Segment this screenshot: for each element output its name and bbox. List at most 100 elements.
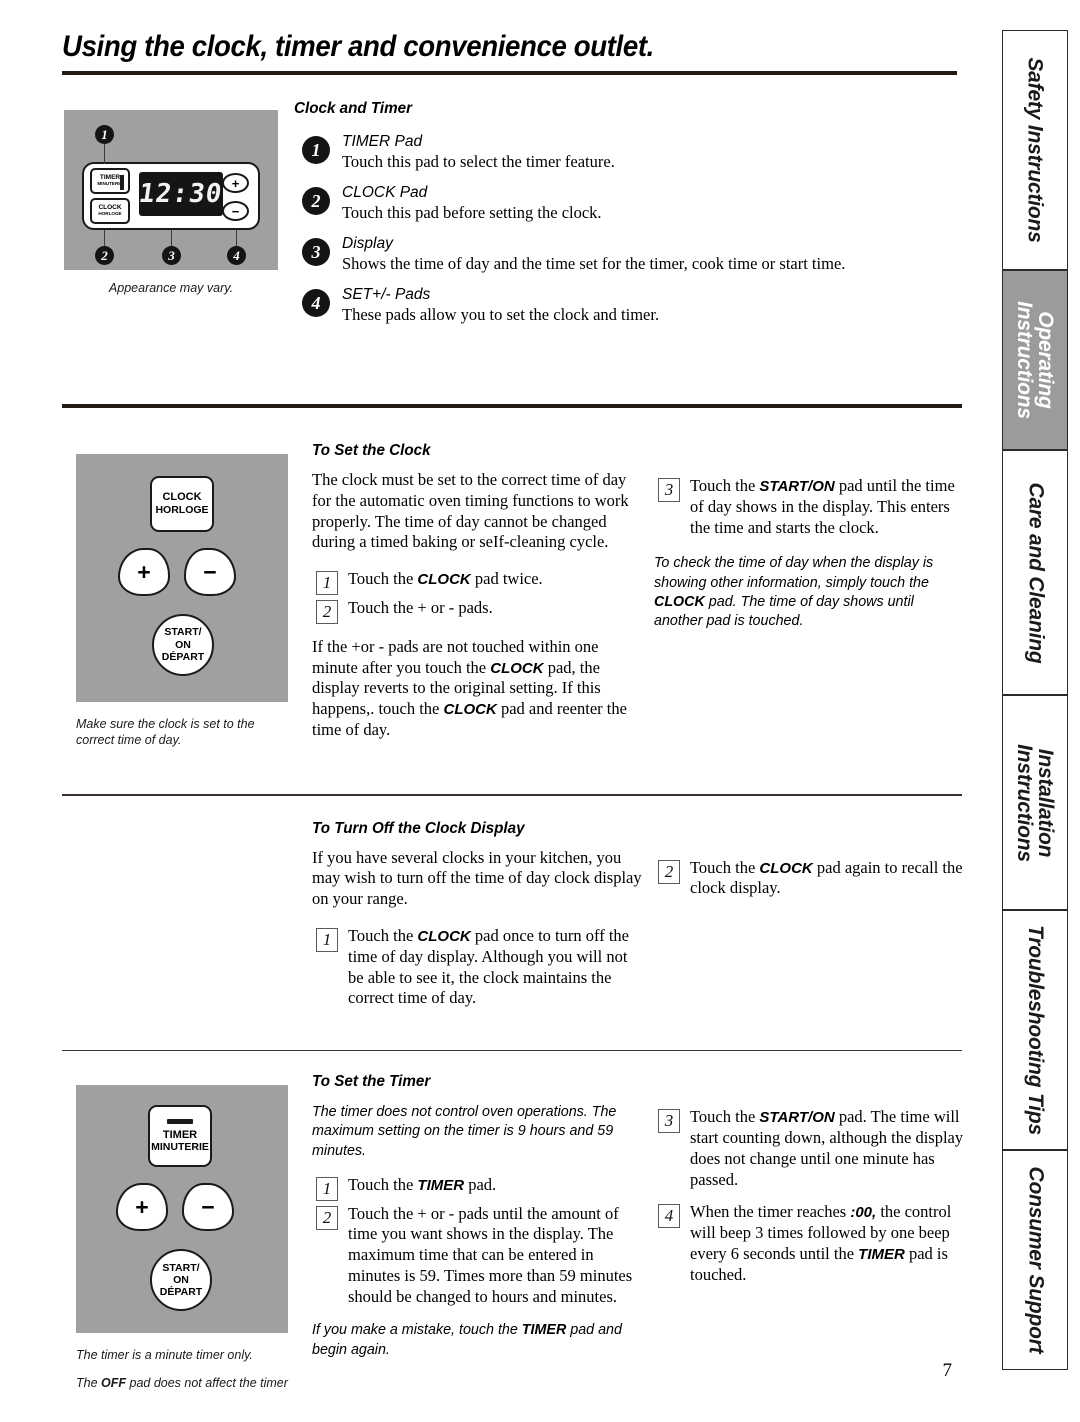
title-divider	[62, 71, 957, 75]
control-face: TIMER MINUTERIE CLOCK HORLOGE 12:30 + −	[82, 162, 260, 230]
step-1: 1 Touch the CLOCK pad twice.	[312, 569, 642, 596]
step-number: 1	[316, 571, 338, 596]
start-on-button-icon[interactable]: START/ ON DÉPART	[150, 1249, 212, 1312]
step-number: 1	[316, 927, 338, 952]
item-title: TIMER Pad	[342, 133, 423, 150]
step-number: 2	[658, 859, 680, 884]
step-2: 2 Touch the CLOCK pad again to recall th…	[654, 858, 964, 900]
clock-art-column: CLOCK HORLOGE + − START/ ON DÉPART Make …	[76, 454, 294, 748]
sidebar-tab-installation-instructions[interactable]: Installation Instructions	[1002, 695, 1068, 910]
sidebar-tab-label: Safety Instructions	[1024, 57, 1047, 243]
section-divider-thin	[62, 794, 962, 796]
step-1: 1 Touch the CLOCK pad once to turn off t…	[312, 926, 642, 1009]
timer-pad-label-fr: MINUTERIE	[97, 181, 123, 186]
turn-off-left-column: To Turn Off the Clock Display If you hav…	[312, 820, 642, 1010]
sidebar-tab-care-and-cleaning[interactable]: Care and Cleaning	[1002, 450, 1068, 695]
start-label-2: ON	[175, 638, 191, 651]
step-text: Touch the CLOCK pad twice.	[348, 569, 642, 590]
pad-name: TIMER	[858, 1246, 905, 1264]
minus-pad-icon[interactable]: −	[222, 201, 249, 221]
step-text-part: Touch the	[348, 569, 418, 589]
sidebar-tab-safety-instructions[interactable]: Safety Instructions	[1002, 30, 1068, 270]
note-part: To check the time of day when the displa…	[654, 555, 934, 591]
page-header: Using the clock, timer and convenience o…	[62, 30, 957, 75]
step-text: Touch the START/ON pad. The time will st…	[690, 1107, 964, 1190]
start-on-button-icon[interactable]: START/ ON DÉPART	[152, 614, 214, 676]
step-text-part: Touch the	[348, 1174, 418, 1194]
section-turn-off-clock-display: To Turn Off the Clock Display If you hav…	[62, 820, 964, 1050]
plus-pad-icon[interactable]: +	[222, 173, 249, 193]
timer-button-label-en: TIMER	[162, 1128, 198, 1141]
turn-off-right-column: 2 Touch the CLOCK pad again to recall th…	[654, 850, 964, 900]
step-2: 2 Touch the + or - pads until the amount…	[312, 1204, 642, 1308]
step-text-part: pad.	[464, 1174, 497, 1194]
step-1: 1 Touch the TIMER pad.	[312, 1175, 642, 1201]
note-part: If you make a mistake, touch the	[312, 1322, 522, 1339]
sidebar-tab-consumer-support[interactable]: Consumer Support	[1002, 1150, 1068, 1370]
indicator-bar-icon	[167, 1118, 193, 1124]
start-label-2: ON	[173, 1274, 189, 1286]
start-label-1: START/	[162, 1261, 200, 1274]
pad-name: CLOCK	[417, 927, 471, 945]
list-item: 3 Display Shows the time of day and the …	[294, 234, 964, 276]
item-title: CLOCK Pad	[342, 184, 428, 201]
timer-art-column: TIMER MINUTERIE + − START/ ON DÉPART The…	[76, 1085, 294, 1391]
sidebar-tab-operating-instructions[interactable]: Operating Instructions	[1002, 270, 1068, 450]
sidebar-tab-label: Care and Cleaning	[1024, 482, 1048, 663]
page-number: 7	[942, 1360, 953, 1381]
item-body: Touch this pad to select the timer featu…	[342, 152, 615, 172]
timer-art-caption-2: The OFF pad does not affect the timer	[76, 1375, 294, 1391]
page-title: Using the clock, timer and convenience o…	[62, 30, 654, 63]
list-item: 4 SET+/- Pads These pads allow you to se…	[294, 285, 964, 327]
sidebar-tab-label: Installation Instructions	[1013, 743, 1058, 862]
plus-pad-icon[interactable]: +	[118, 548, 170, 596]
step-text: Touch the START/ON pad until the time of…	[690, 476, 964, 538]
section-heading-set-timer: To Set the Timer	[312, 1073, 431, 1091]
clock-button-icon[interactable]: CLOCK HORLOGE	[150, 476, 214, 532]
callout-1: 1	[95, 125, 114, 144]
timer-pads-illustration: TIMER MINUTERIE + − START/ ON DÉPART	[76, 1085, 288, 1334]
display-value: 12:30	[137, 179, 225, 209]
pad-name: START/ON	[759, 478, 835, 495]
item-number: 1	[302, 136, 330, 164]
clock-button-label-en: CLOCK	[162, 491, 202, 504]
step-number: 3	[658, 1109, 680, 1134]
control-panel-illustration: TIMER MINUTERIE CLOCK HORLOGE 12:30 + −	[64, 110, 278, 270]
set-clock-note-right: To check the time of day when the displa…	[654, 554, 964, 631]
timer-pad-icon[interactable]: TIMER MINUTERIE	[90, 168, 130, 194]
clock-pad-icon[interactable]: CLOCK HORLOGE	[90, 198, 130, 224]
timer-button-icon[interactable]: TIMER MINUTERIE	[148, 1105, 212, 1168]
clock-button-label-fr: HORLOGE	[155, 504, 209, 517]
timer-zero-value: :00,	[850, 1204, 877, 1222]
step-text: Touch the CLOCK pad again to recall the …	[690, 858, 964, 900]
step-4: 4 When the timer reaches :00, the contro…	[654, 1202, 964, 1285]
pad-name: OFF	[101, 1376, 127, 1391]
set-timer-note-top: The timer does not control oven operatio…	[312, 1104, 617, 1159]
step-number: 2	[316, 1205, 338, 1230]
plus-pad-icon[interactable]: +	[116, 1183, 168, 1232]
sidebar-tab-label: Troubleshooting Tips	[1024, 925, 1048, 1135]
start-label-3: DÉPART	[161, 651, 205, 664]
item-number: 4	[302, 289, 330, 317]
section-heading-set-clock: To Set the Clock	[312, 442, 431, 459]
sidebar-tab-troubleshooting-tips[interactable]: Troubleshooting Tips	[1002, 910, 1068, 1150]
clock-pad-label-fr: HORLOGE	[98, 211, 122, 216]
minus-pad-icon[interactable]: −	[182, 1183, 234, 1232]
item-body: Shows the time of day and the time set f…	[342, 254, 846, 274]
step-text: Touch the TIMER pad.	[348, 1175, 642, 1196]
timer-art-caption-1: The timer is a minute timer only.	[76, 1348, 253, 1363]
step-text-part: Touch the	[690, 1107, 760, 1127]
minus-pad-icon[interactable]: −	[184, 548, 236, 596]
step-text: Touch the CLOCK pad once to turn off the…	[348, 926, 642, 1009]
turn-off-intro: If you have several clocks in your kitch…	[312, 847, 642, 909]
section-divider-thick	[62, 404, 962, 408]
step-2: 2 Touch the + or - pads.	[312, 598, 642, 625]
section-set-the-clock: CLOCK HORLOGE + − START/ ON DÉPART Make …	[62, 442, 962, 794]
item-number: 3	[302, 238, 330, 266]
list-item: 2 CLOCK Pad Touch this pad before settin…	[294, 183, 964, 225]
caption-part: The	[76, 1376, 102, 1391]
content-area: TIMER MINUTERIE CLOCK HORLOGE 12:30 + −	[62, 100, 964, 1403]
pad-name: CLOCK	[654, 593, 705, 610]
pad-name: START/ON	[759, 1109, 835, 1127]
step-text-part: Touch the	[690, 476, 760, 495]
